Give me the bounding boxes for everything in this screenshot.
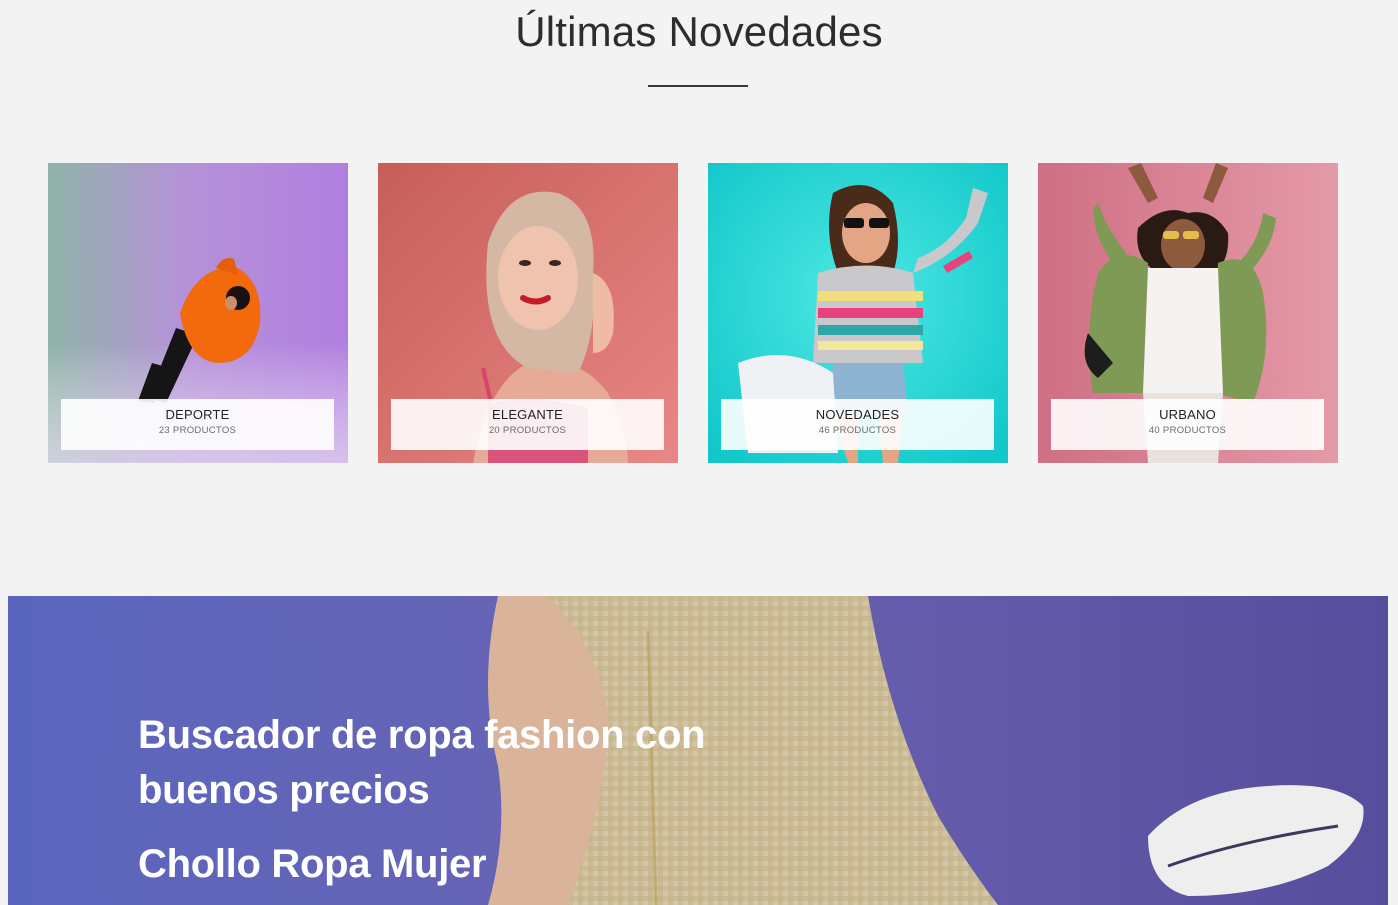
page: Últimas Novedades DEPORTE 23 PRODUCTOS E… <box>0 0 1398 905</box>
section-title: Últimas Novedades <box>515 8 883 55</box>
category-card-elegante[interactable]: ELEGANTE 20 PRODUCTOS <box>378 163 678 463</box>
category-title: NOVEDADES <box>815 407 900 422</box>
category-count: 20 PRODUCTOS <box>488 425 567 436</box>
category-card-novedades[interactable]: NOVEDADES 46 PRODUCTOS <box>708 163 1008 463</box>
category-count: 40 PRODUCTOS <box>1148 425 1227 436</box>
title-divider <box>648 85 748 87</box>
category-card-deporte[interactable]: DEPORTE 23 PRODUCTOS <box>48 163 348 463</box>
banner-heading: Buscador de ropa fashion con buenos prec… <box>138 713 706 812</box>
category-caption: URBANO 40 PRODUCTOS <box>1051 399 1324 450</box>
category-caption: DEPORTE 23 PRODUCTOS <box>61 399 334 450</box>
category-title: ELEGANTE <box>492 407 563 422</box>
category-caption: ELEGANTE 20 PRODUCTOS <box>391 399 664 450</box>
category-title: DEPORTE <box>165 407 230 422</box>
category-title: URBANO <box>1159 407 1216 422</box>
category-card-urbano[interactable]: URBANO 40 PRODUCTOS <box>1038 163 1338 463</box>
category-caption: NOVEDADES 46 PRODUCTOS <box>721 399 994 450</box>
category-count: 23 PRODUCTOS <box>158 425 237 436</box>
promo-banner: Buscador de ropa fashion con buenos prec… <box>8 596 1388 905</box>
category-count: 46 PRODUCTOS <box>818 425 897 436</box>
banner-subheading: Chollo Ropa Mujer <box>138 842 487 886</box>
category-grid: DEPORTE 23 PRODUCTOS ELEGANTE 20 PRODUCT… <box>48 163 1348 463</box>
